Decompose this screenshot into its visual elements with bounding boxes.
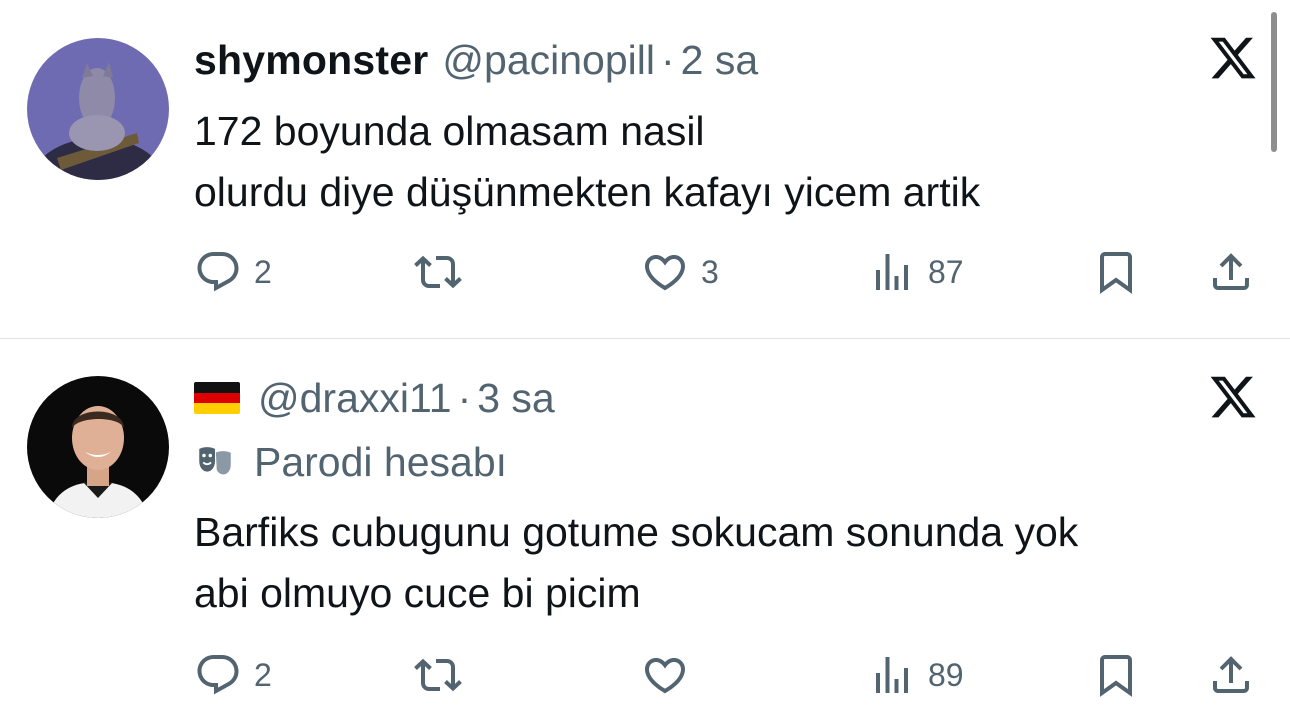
timestamp[interactable]: 3 sa (477, 375, 555, 422)
tweet-header: @draxxi11 · 3 sa (194, 372, 555, 424)
retweet-icon (414, 248, 462, 296)
like-button[interactable]: 3 (641, 242, 719, 302)
bookmark-button[interactable] (1092, 645, 1140, 705)
separator-dot: · (661, 36, 675, 83)
tweet-text-line: olurdu diye düşünmekten kafayı yicem art… (194, 169, 981, 215)
tweet-actions: 2 89 (0, 645, 1290, 705)
tweet-text-line: 172 boyunda olmasam nasil (194, 108, 705, 154)
bookmark-icon (1092, 651, 1140, 699)
tweet[interactable]: shymonster @pacinopill · 2 sa 172 boyund… (0, 0, 1290, 338)
bookmark-button[interactable] (1092, 242, 1140, 302)
reply-icon (194, 651, 242, 699)
tweet-text: 172 boyunda olmasam nasil olurdu diye dü… (194, 101, 980, 223)
views-button[interactable]: 87 (868, 242, 964, 302)
share-icon (1207, 651, 1255, 699)
avatar[interactable] (27, 376, 169, 518)
views-button[interactable]: 89 (868, 645, 964, 705)
separator-dot: · (457, 374, 472, 421)
x-logo-icon (1208, 372, 1258, 422)
german-flag-icon (194, 382, 240, 414)
share-icon (1207, 248, 1255, 296)
x-logo-icon (1208, 33, 1258, 83)
retweet-button[interactable] (414, 242, 474, 302)
parody-badge: Parodi hesabı (194, 436, 507, 488)
like-button[interactable] (641, 645, 701, 705)
views-icon (868, 651, 916, 699)
views-count: 89 (928, 656, 964, 693)
share-button[interactable] (1207, 645, 1255, 705)
share-button[interactable] (1207, 242, 1255, 302)
tweet-text-line: abi olmuyo cuce bi picim (194, 570, 641, 616)
retweet-button[interactable] (414, 645, 474, 705)
like-count: 3 (701, 253, 719, 290)
avatar[interactable] (27, 38, 169, 180)
reply-button[interactable]: 2 (194, 242, 272, 302)
tweet-text-line: Barfiks cubugunu gotume sokucam sonunda … (194, 509, 1079, 555)
handle[interactable]: @pacinopill (442, 37, 655, 84)
tweet[interactable]: @draxxi11 · 3 sa Parodi hesabı Barfiks c… (0, 339, 1290, 709)
reply-icon (194, 248, 242, 296)
views-count: 87 (928, 253, 964, 290)
parody-label: Parodi hesabı (254, 438, 508, 485)
display-name[interactable]: shymonster (194, 37, 428, 84)
retweet-icon (414, 651, 462, 699)
scrollbar[interactable] (1271, 12, 1277, 152)
timestamp[interactable]: 2 sa (681, 37, 759, 84)
bookmark-icon (1092, 248, 1140, 296)
parody-mask-icon (194, 441, 236, 483)
tweet-text: Barfiks cubugunu gotume sokucam sonunda … (194, 502, 1078, 624)
tweet-actions: 2 3 87 (0, 242, 1290, 302)
like-icon (641, 651, 689, 699)
tweet-header: shymonster @pacinopill · 2 sa (194, 34, 758, 86)
reply-count: 2 (254, 253, 272, 290)
views-icon (868, 248, 916, 296)
reply-count: 2 (254, 656, 272, 693)
like-icon (641, 248, 689, 296)
reply-button[interactable]: 2 (194, 645, 272, 705)
handle[interactable]: @draxxi11 (258, 375, 452, 422)
